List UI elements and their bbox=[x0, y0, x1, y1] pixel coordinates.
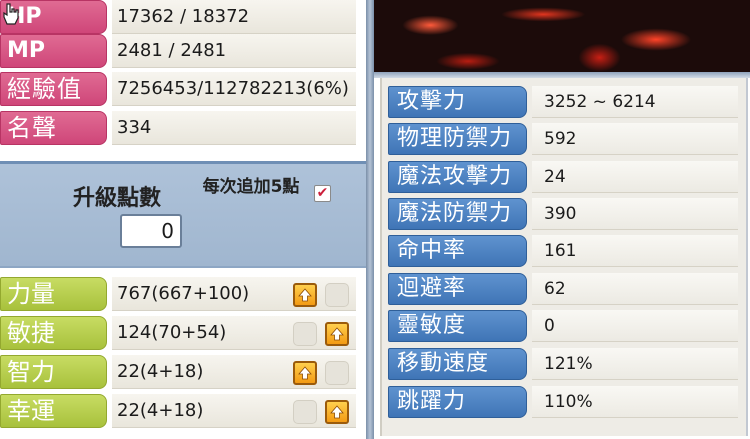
combat-label-magic-defense: 魔法防禦力 bbox=[388, 198, 527, 230]
combat-label-physical-defense: 物理防禦力 bbox=[388, 123, 527, 155]
button-slot bbox=[293, 400, 317, 424]
combat-label-accuracy: 命中率 bbox=[388, 235, 527, 267]
ability-points-panel: 升級點數 0 每次追加5點 bbox=[0, 161, 366, 268]
combat-value-evasion: 62 bbox=[532, 273, 738, 305]
combat-value-physical-defense: 592 bbox=[532, 123, 738, 155]
stat-value-luk-text: 22(4+18) bbox=[117, 400, 204, 421]
combat-label-agility: 靈敏度 bbox=[388, 310, 527, 342]
button-slot bbox=[325, 283, 349, 307]
hand-cursor-icon bbox=[3, 3, 19, 25]
combat-value-accuracy: 161 bbox=[532, 235, 738, 267]
dex-increase-button[interactable] bbox=[325, 322, 349, 346]
combat-value-attack: 3252 ~ 6214 bbox=[532, 86, 738, 118]
arrow-up-icon bbox=[330, 327, 344, 341]
combat-value-move-speed: 121% bbox=[532, 348, 738, 380]
luk-increase-button[interactable] bbox=[325, 400, 349, 424]
stat-label-dex: 敏捷 bbox=[0, 316, 107, 350]
vital-label-mp: MP bbox=[0, 34, 107, 68]
vital-label-fame-text: 名聲 bbox=[7, 114, 57, 142]
vital-label-fame: 名聲 bbox=[0, 111, 107, 145]
str-increase-button[interactable] bbox=[293, 283, 317, 307]
combat-value-magic-attack: 24 bbox=[532, 161, 738, 193]
stat-value-dex-text: 124(70+54) bbox=[117, 322, 227, 343]
stat-value-luk: 22(4+18) bbox=[112, 394, 356, 428]
vital-value-hp: 17362 / 18372 bbox=[112, 0, 356, 34]
vital-value-exp: 7256453/112782213(6%) bbox=[112, 72, 356, 106]
int-increase-button[interactable] bbox=[293, 361, 317, 385]
vital-label-mp-text: MP bbox=[7, 38, 46, 63]
stat-value-dex: 124(70+54) bbox=[112, 316, 356, 350]
button-slot bbox=[293, 322, 317, 346]
combat-label-move-speed: 移動速度 bbox=[388, 348, 527, 380]
stat-value-str-text: 767(667+100) bbox=[117, 283, 250, 304]
arrow-up-icon bbox=[298, 366, 312, 380]
lava-background-image bbox=[374, 0, 750, 72]
vital-value-mp: 2481 / 2481 bbox=[112, 34, 356, 68]
vital-label-exp-text: 經驗值 bbox=[7, 75, 82, 103]
combat-value-magic-defense: 390 bbox=[532, 198, 738, 230]
panel-divider bbox=[366, 0, 374, 439]
combat-value-jump: 110% bbox=[532, 386, 738, 418]
stat-label-luk: 幸運 bbox=[0, 394, 107, 428]
combat-stats-panel: 攻擊力 3252 ~ 6214 物理防禦力 592 魔法攻擊力 24 魔法防禦力… bbox=[380, 78, 748, 436]
vital-value-fame: 334 bbox=[112, 111, 356, 145]
add-five-label: 每次追加5點 bbox=[202, 177, 300, 197]
combat-label-jump: 跳躍力 bbox=[388, 386, 527, 418]
arrow-up-icon bbox=[330, 405, 344, 419]
stat-label-int: 智力 bbox=[0, 355, 107, 389]
arrow-up-icon bbox=[298, 288, 312, 302]
combat-label-magic-attack: 魔法攻擊力 bbox=[388, 161, 527, 193]
button-slot bbox=[325, 361, 349, 385]
combat-value-agility: 0 bbox=[532, 310, 738, 342]
add-five-checkbox[interactable]: ✔ bbox=[314, 185, 331, 202]
combat-label-attack: 攻擊力 bbox=[388, 86, 527, 118]
combat-label-evasion: 迴避率 bbox=[388, 273, 527, 305]
character-stats-left-panel: HP 17362 / 18372 MP 2481 / 2481 經驗值 7256… bbox=[0, 0, 366, 439]
ability-points-title: 升級點數 bbox=[73, 186, 162, 211]
ability-points-counter: 0 bbox=[120, 214, 182, 248]
stat-label-str: 力量 bbox=[0, 277, 107, 311]
character-stats-right-panel: 攻擊力 3252 ~ 6214 物理防禦力 592 魔法攻擊力 24 魔法防禦力… bbox=[374, 0, 750, 439]
stat-value-str: 767(667+100) bbox=[112, 277, 356, 311]
stat-value-int: 22(4+18) bbox=[112, 355, 356, 389]
vital-label-exp: 經驗值 bbox=[0, 72, 107, 106]
stat-value-int-text: 22(4+18) bbox=[117, 361, 204, 382]
